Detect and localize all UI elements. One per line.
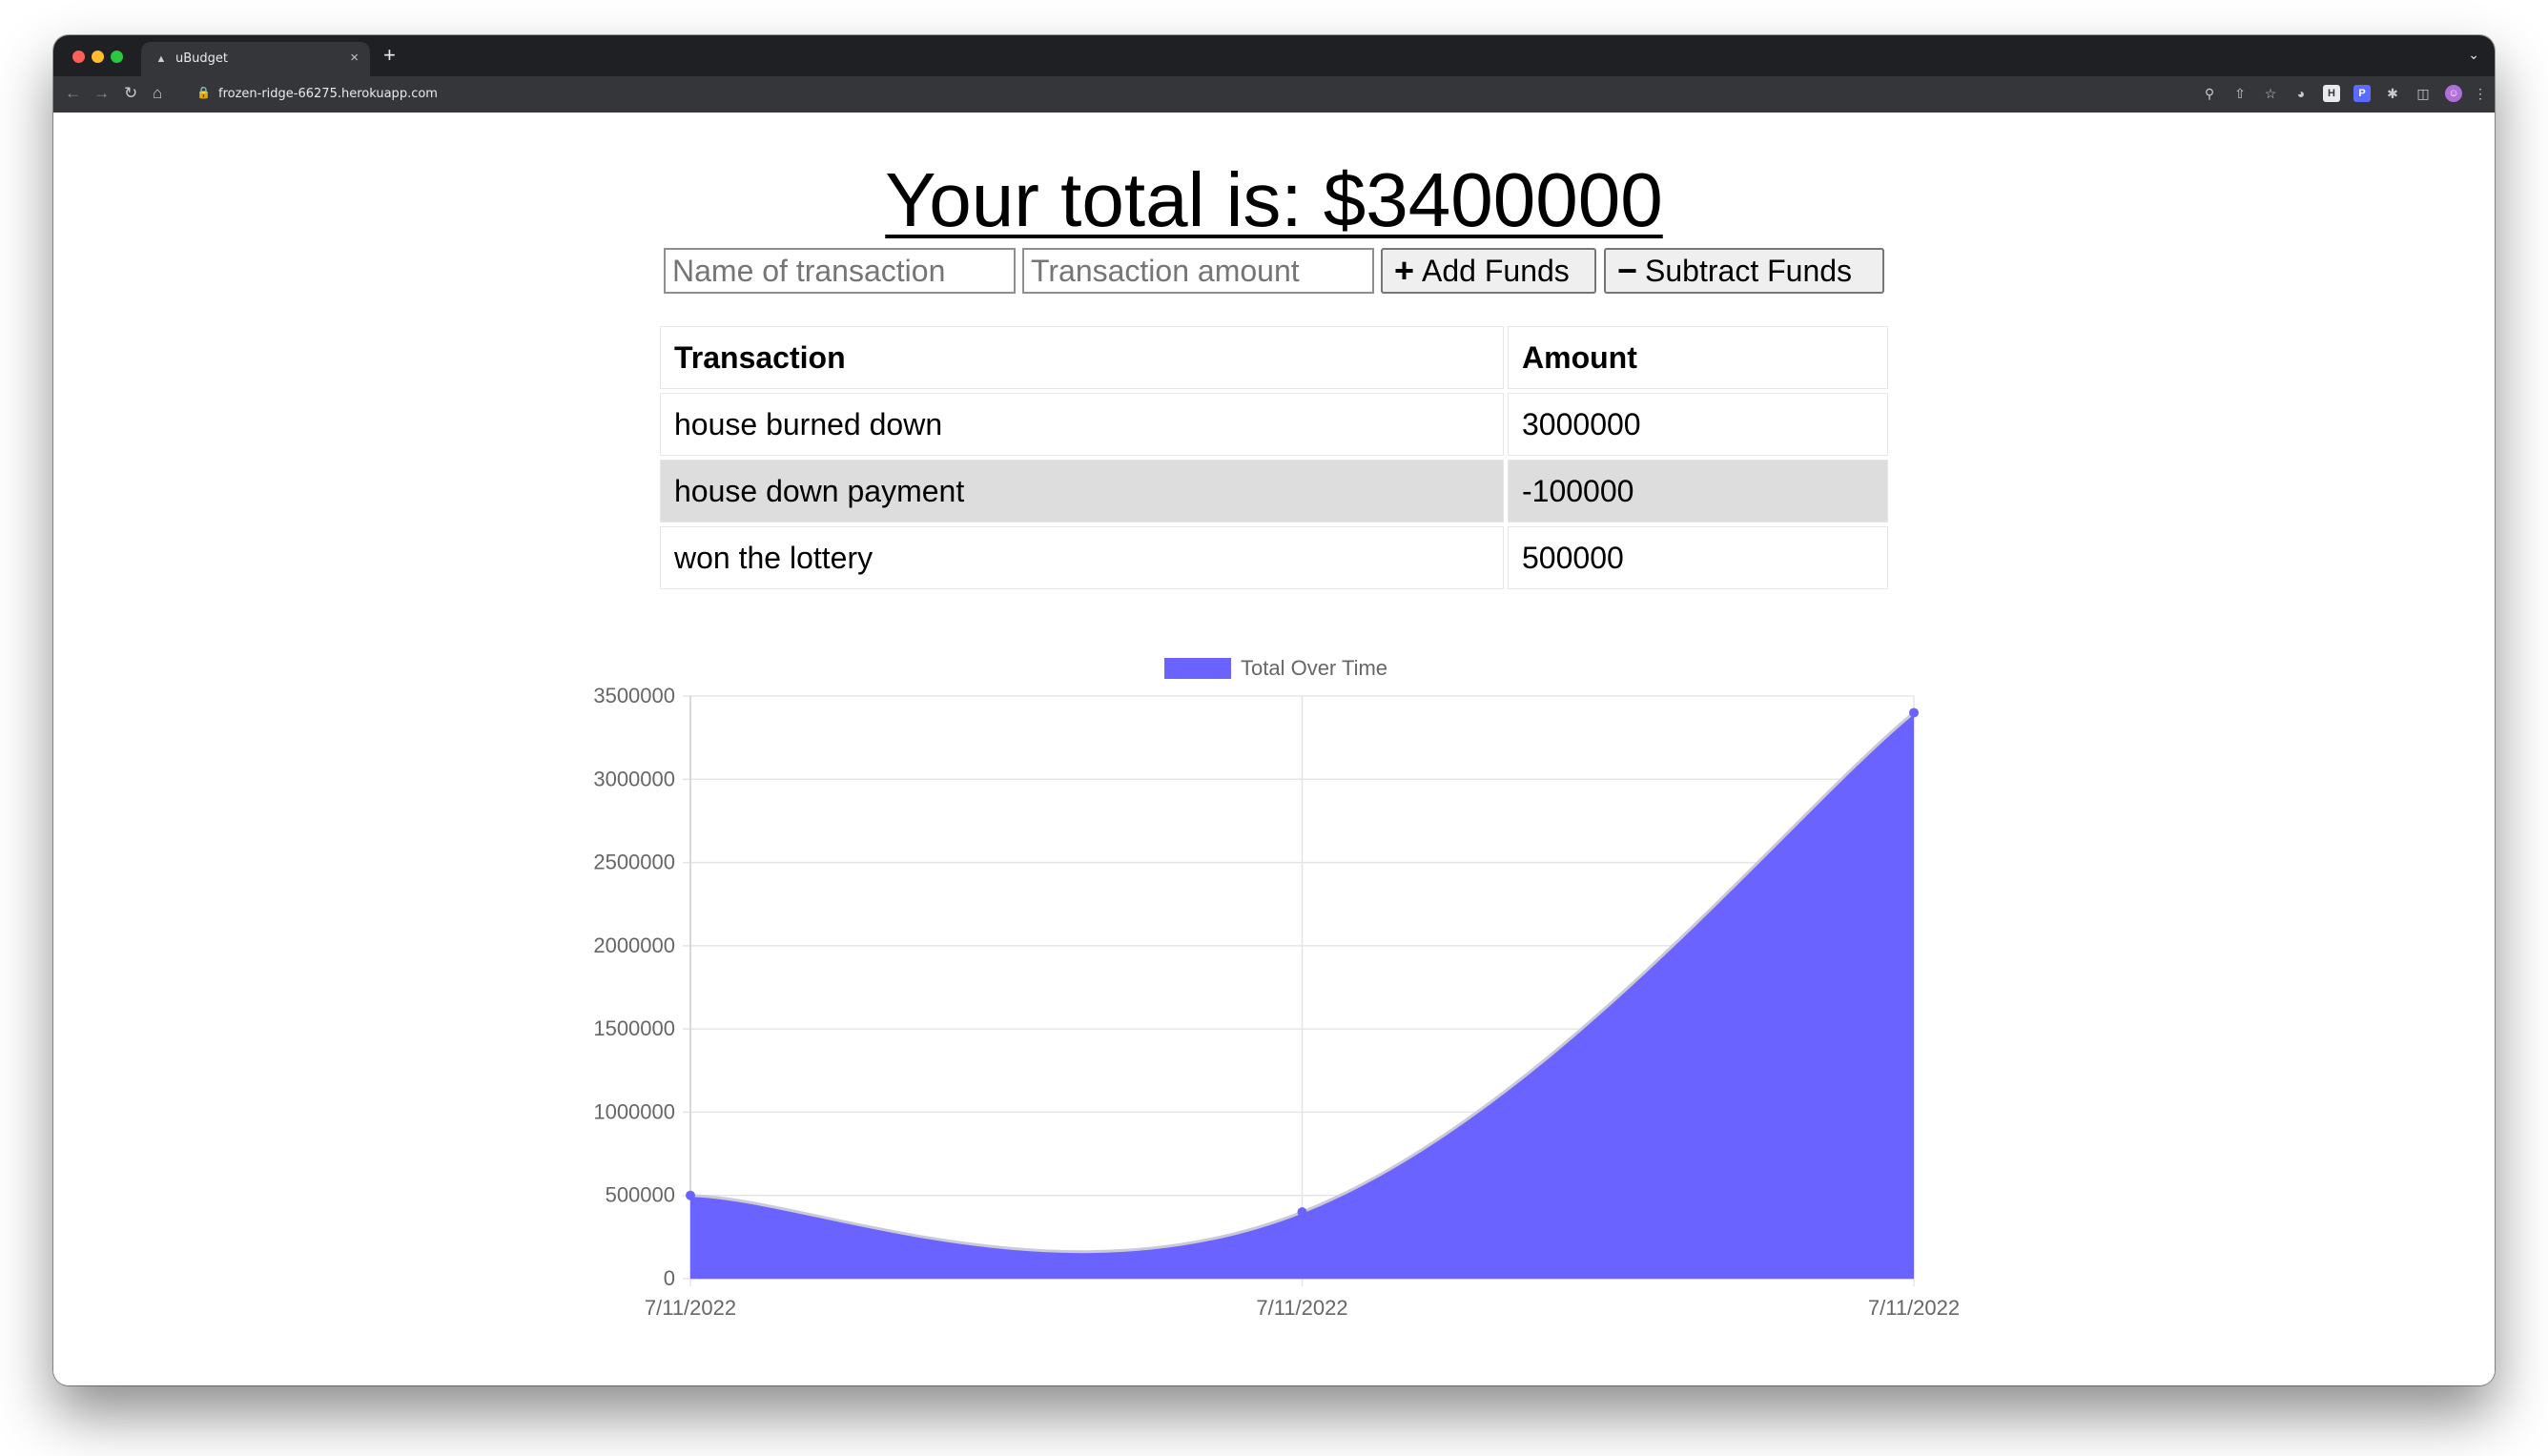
minimize-window-button[interactable] <box>92 51 104 63</box>
kebab-menu-icon[interactable]: ⋮ <box>2472 85 2489 102</box>
y-tick-label: 2000000 <box>593 933 675 957</box>
legend-swatch[interactable] <box>1164 658 1231 679</box>
reload-icon[interactable]: ↻ <box>124 82 137 105</box>
share-icon[interactable]: ⇧ <box>2231 85 2249 102</box>
browser-toolbar: ← → ↻ ⌂ 🔒 frozen-ridge-66275.herokuapp.c… <box>53 76 2495 113</box>
lock-icon[interactable]: 🔒 <box>196 86 211 99</box>
y-tick-label: 3500000 <box>593 684 675 707</box>
x-tick-label: 7/11/2022 <box>1256 1296 1347 1320</box>
x-axis-labels: 7/11/2022 7/11/2022 7/11/2022 <box>645 1296 1960 1320</box>
y-tick-label: 1000000 <box>593 1099 675 1123</box>
extension-icon[interactable]: ◕ <box>2292 85 2310 102</box>
legend-label[interactable]: Total Over Time <box>1241 656 1387 680</box>
x-tick-label: 7/11/2022 <box>645 1296 736 1320</box>
tab-strip: ▲ uBudget × + ⌄ <box>53 35 2495 76</box>
favicon-icon: ▲ <box>155 53 167 65</box>
y-tick-label: 0 <box>664 1266 675 1290</box>
profile-avatar-icon[interactable]: ☺ <box>2445 85 2462 102</box>
close-tab-icon[interactable]: × <box>350 50 359 66</box>
sidebar-icon[interactable]: ◫ <box>2414 85 2432 102</box>
y-tick-label: 2500000 <box>593 851 675 874</box>
total-over-time-chart: 0 500000 1000000 1500000 2000000 2500000 30000… <box>593 656 1960 1320</box>
x-tick-label: 7/11/2022 <box>1868 1296 1960 1320</box>
extension-h-icon[interactable]: H <box>2323 85 2340 102</box>
new-tab-button[interactable]: + <box>383 43 396 68</box>
y-tick-label: 500000 <box>606 1183 675 1207</box>
tab-title: uBudget <box>175 51 228 66</box>
puzzle-icon[interactable]: ✱ <box>2384 85 2401 102</box>
extension-p-icon[interactable]: P <box>2353 85 2371 102</box>
back-arrow-icon[interactable]: ← <box>65 82 81 105</box>
y-axis-labels: 0 500000 1000000 1500000 2000000 2500000 30000… <box>593 684 675 1290</box>
forward-arrow-icon[interactable]: → <box>93 82 110 105</box>
data-point <box>686 1190 695 1200</box>
tab-ubudget[interactable]: ▲ uBudget × <box>141 42 370 76</box>
page-content: Your total is: $3400000 + Add Funds − Su… <box>53 113 2495 1385</box>
zoom-icon[interactable]: ⚲ <box>2201 85 2218 102</box>
browser-window: ▲ uBudget × + ⌄ ← → ↻ ⌂ 🔒 frozen-ridge-6… <box>53 35 2495 1385</box>
home-icon[interactable]: ⌂ <box>153 82 162 105</box>
maximize-window-button[interactable] <box>111 51 123 63</box>
data-point <box>1909 707 1919 718</box>
y-tick-label: 3000000 <box>593 767 675 790</box>
tab-search-icon[interactable]: ⌄ <box>2468 47 2479 63</box>
close-window-button[interactable] <box>72 51 85 63</box>
bookmark-star-icon[interactable]: ☆ <box>2262 85 2279 102</box>
data-point <box>1297 1207 1307 1218</box>
address-bar[interactable]: frozen-ridge-66275.herokuapp.com <box>218 87 438 101</box>
y-tick-label: 1500000 <box>593 1016 675 1040</box>
